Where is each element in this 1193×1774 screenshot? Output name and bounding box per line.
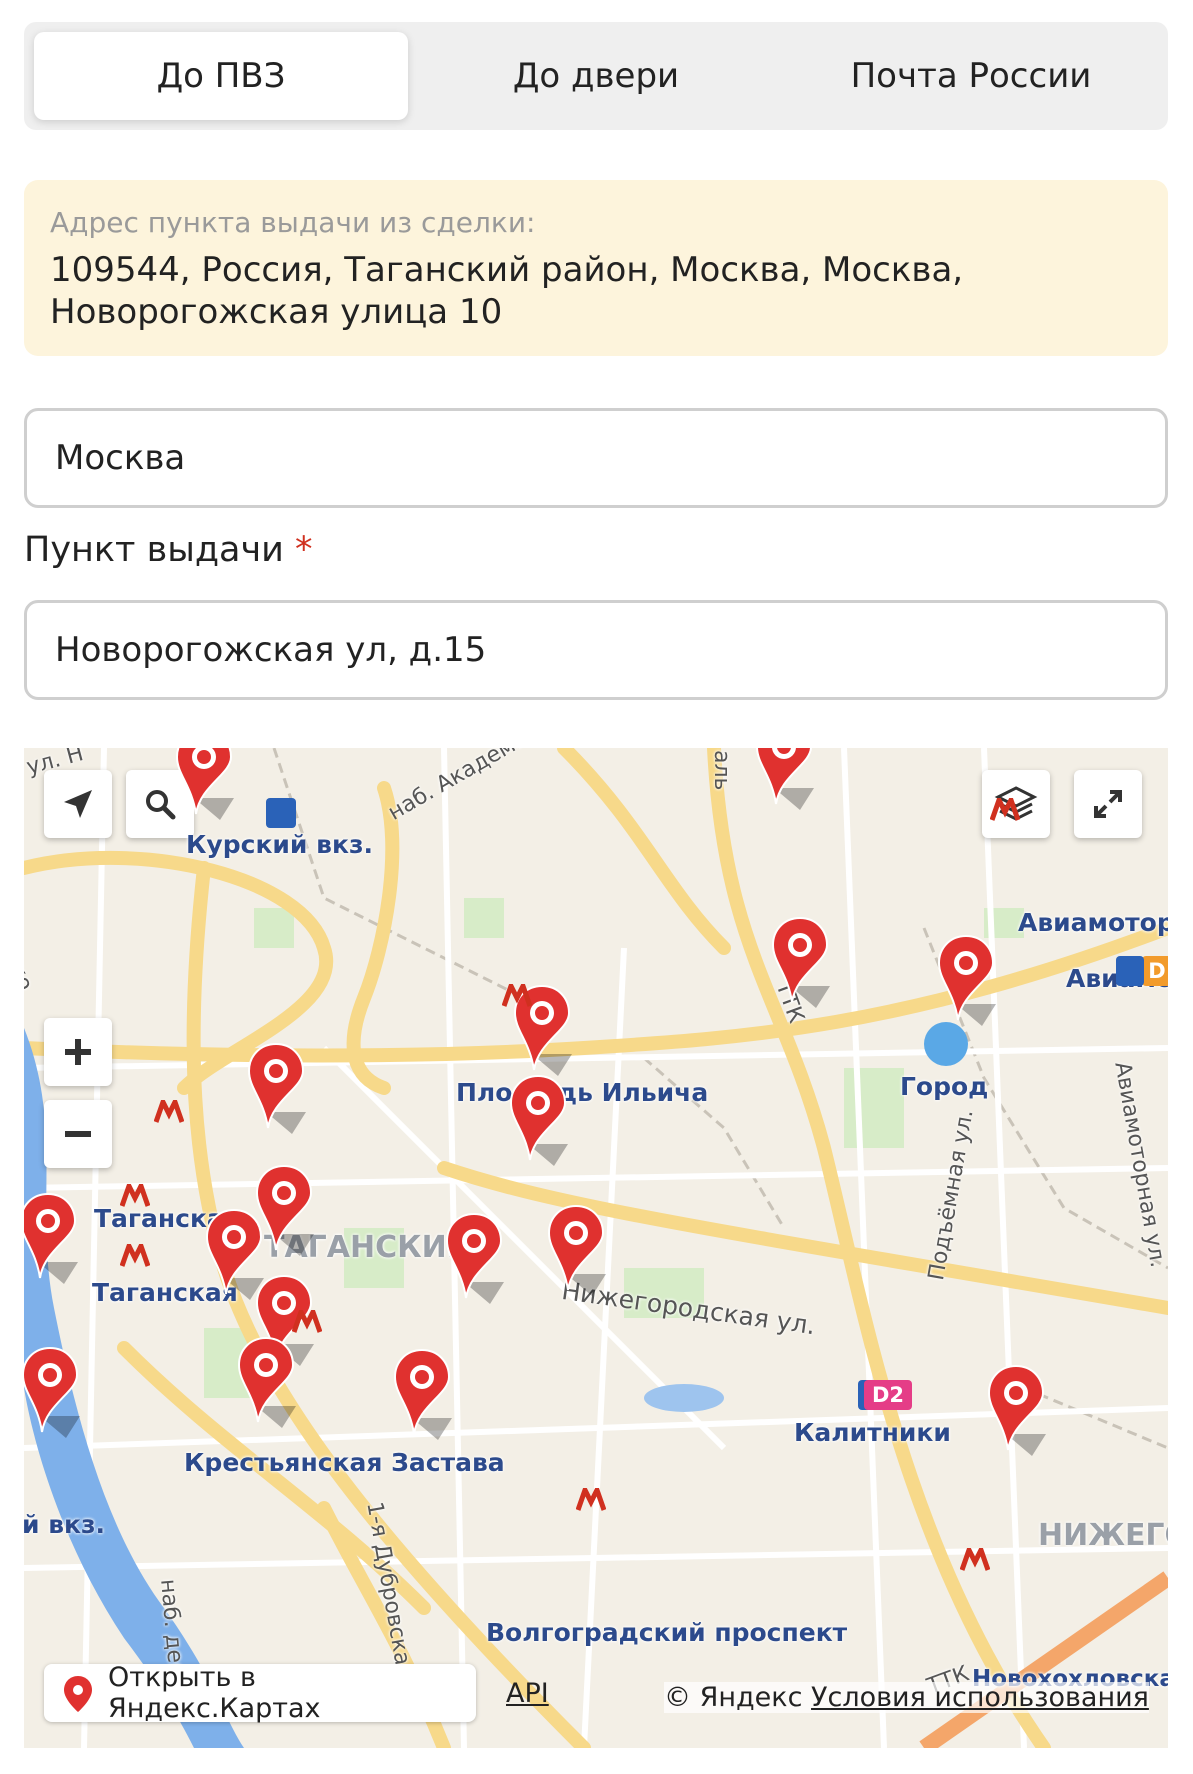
map-label-aviamotor: Авиамотор xyxy=(1018,908,1168,937)
rail-station-icon-2 xyxy=(1116,956,1144,986)
expand-icon xyxy=(1094,790,1122,818)
tab-pickup-point[interactable]: До ПВЗ xyxy=(34,32,408,120)
city-input-value: Москва xyxy=(55,438,186,478)
pickup-point-pin[interactable] xyxy=(770,916,832,1012)
pickup-point-label: Пункт выдачи * xyxy=(24,530,313,570)
pickup-point-pin[interactable] xyxy=(546,1204,608,1300)
required-mark: * xyxy=(295,530,313,570)
delivery-type-tabs: До ПВЗ До двери Почта России xyxy=(24,22,1168,130)
metro-icon xyxy=(990,798,1020,821)
deal-address-line2: Новорогожская улица 10 xyxy=(50,292,503,332)
city-input[interactable]: Москва xyxy=(24,408,1168,508)
pickup-point-pin[interactable] xyxy=(246,1042,308,1138)
geolocation-button[interactable] xyxy=(44,770,112,838)
map-label-kursky: Курский вкз. xyxy=(186,830,373,859)
zoom-out-button[interactable] xyxy=(44,1100,112,1168)
metro-icon xyxy=(576,1488,606,1511)
search-icon xyxy=(146,790,176,820)
metro-icon xyxy=(120,1184,150,1207)
map-label-krestyanskaya: Крестьянская Застава xyxy=(184,1448,505,1477)
pickup-point-pin[interactable] xyxy=(754,748,816,814)
pickup-point-pin[interactable] xyxy=(936,934,998,1030)
map-label-gorod: Город xyxy=(900,1072,989,1101)
map-label-vkz: й вкз. xyxy=(24,1510,106,1539)
plus-icon xyxy=(65,1039,91,1065)
pickup-point-input-value: Новорогожская ул, д.15 xyxy=(55,630,487,670)
metro-icon xyxy=(120,1244,150,1267)
open-in-yandex-maps-button[interactable]: Открыть в Яндекс.Картах xyxy=(44,1662,476,1724)
pickup-point-pin[interactable] xyxy=(392,1348,454,1444)
location-arrow-icon xyxy=(64,790,92,818)
pickup-point-pin[interactable] xyxy=(444,1212,506,1308)
map-pin-icon xyxy=(64,1676,92,1712)
api-link[interactable]: API xyxy=(506,1678,549,1709)
pickup-point-pin[interactable] xyxy=(24,1346,82,1442)
map-fullscreen-button[interactable] xyxy=(1074,770,1142,838)
deal-address-line1: 109544, Россия, Таганский район, Москва,… xyxy=(50,250,964,290)
pickup-point-pin[interactable] xyxy=(508,1074,570,1170)
tab-to-door[interactable]: До двери xyxy=(409,32,783,120)
zoom-in-button[interactable] xyxy=(44,1018,112,1086)
pickup-point-label-text: Пункт выдачи xyxy=(24,530,284,570)
pickup-point-pin[interactable] xyxy=(24,1192,80,1288)
minus-icon xyxy=(65,1131,91,1137)
map-label-nizhego: НИЖЕГО xyxy=(1038,1518,1168,1553)
map-label-kalitniki: Калитники xyxy=(794,1418,951,1447)
map-label-ilyicha: Площадь Ильича xyxy=(456,1078,709,1107)
pickup-point-pin[interactable] xyxy=(986,1364,1048,1460)
open-in-yandex-maps-label: Открыть в Яндекс.Картах xyxy=(108,1662,321,1724)
pickup-point-pin[interactable] xyxy=(174,748,236,824)
copyright-text: © Яндекс xyxy=(664,1682,803,1713)
pickup-point-input[interactable]: Новорогожская ул, д.15 xyxy=(24,600,1168,700)
metro-icon xyxy=(502,984,532,1007)
metro-icon xyxy=(154,1100,184,1123)
metro-icon xyxy=(960,1548,990,1571)
deal-address-box: Адрес пункта выдачи из сделки: 109544, Р… xyxy=(24,180,1168,356)
map-label-volgogradsky: Волгоградский проспект xyxy=(486,1618,848,1647)
map[interactable]: Курский вкз. Авиамотор Авиамото Площадь … xyxy=(24,748,1168,1748)
terms-of-use-link[interactable]: Условия использования xyxy=(811,1682,1149,1713)
pickup-point-pin[interactable] xyxy=(236,1336,298,1432)
d2-badge: D2 xyxy=(864,1380,912,1410)
street-ile: аль xyxy=(709,750,734,791)
rail-station-icon-3 xyxy=(266,798,296,828)
metro-icon xyxy=(292,1310,322,1333)
d-badge: D xyxy=(1142,956,1168,986)
map-copyright: © Яндекс Условия использования xyxy=(664,1682,1149,1713)
deal-address-label: Адрес пункта выдачи из сделки: xyxy=(50,206,536,239)
tab-russian-post[interactable]: Почта России xyxy=(784,32,1158,120)
